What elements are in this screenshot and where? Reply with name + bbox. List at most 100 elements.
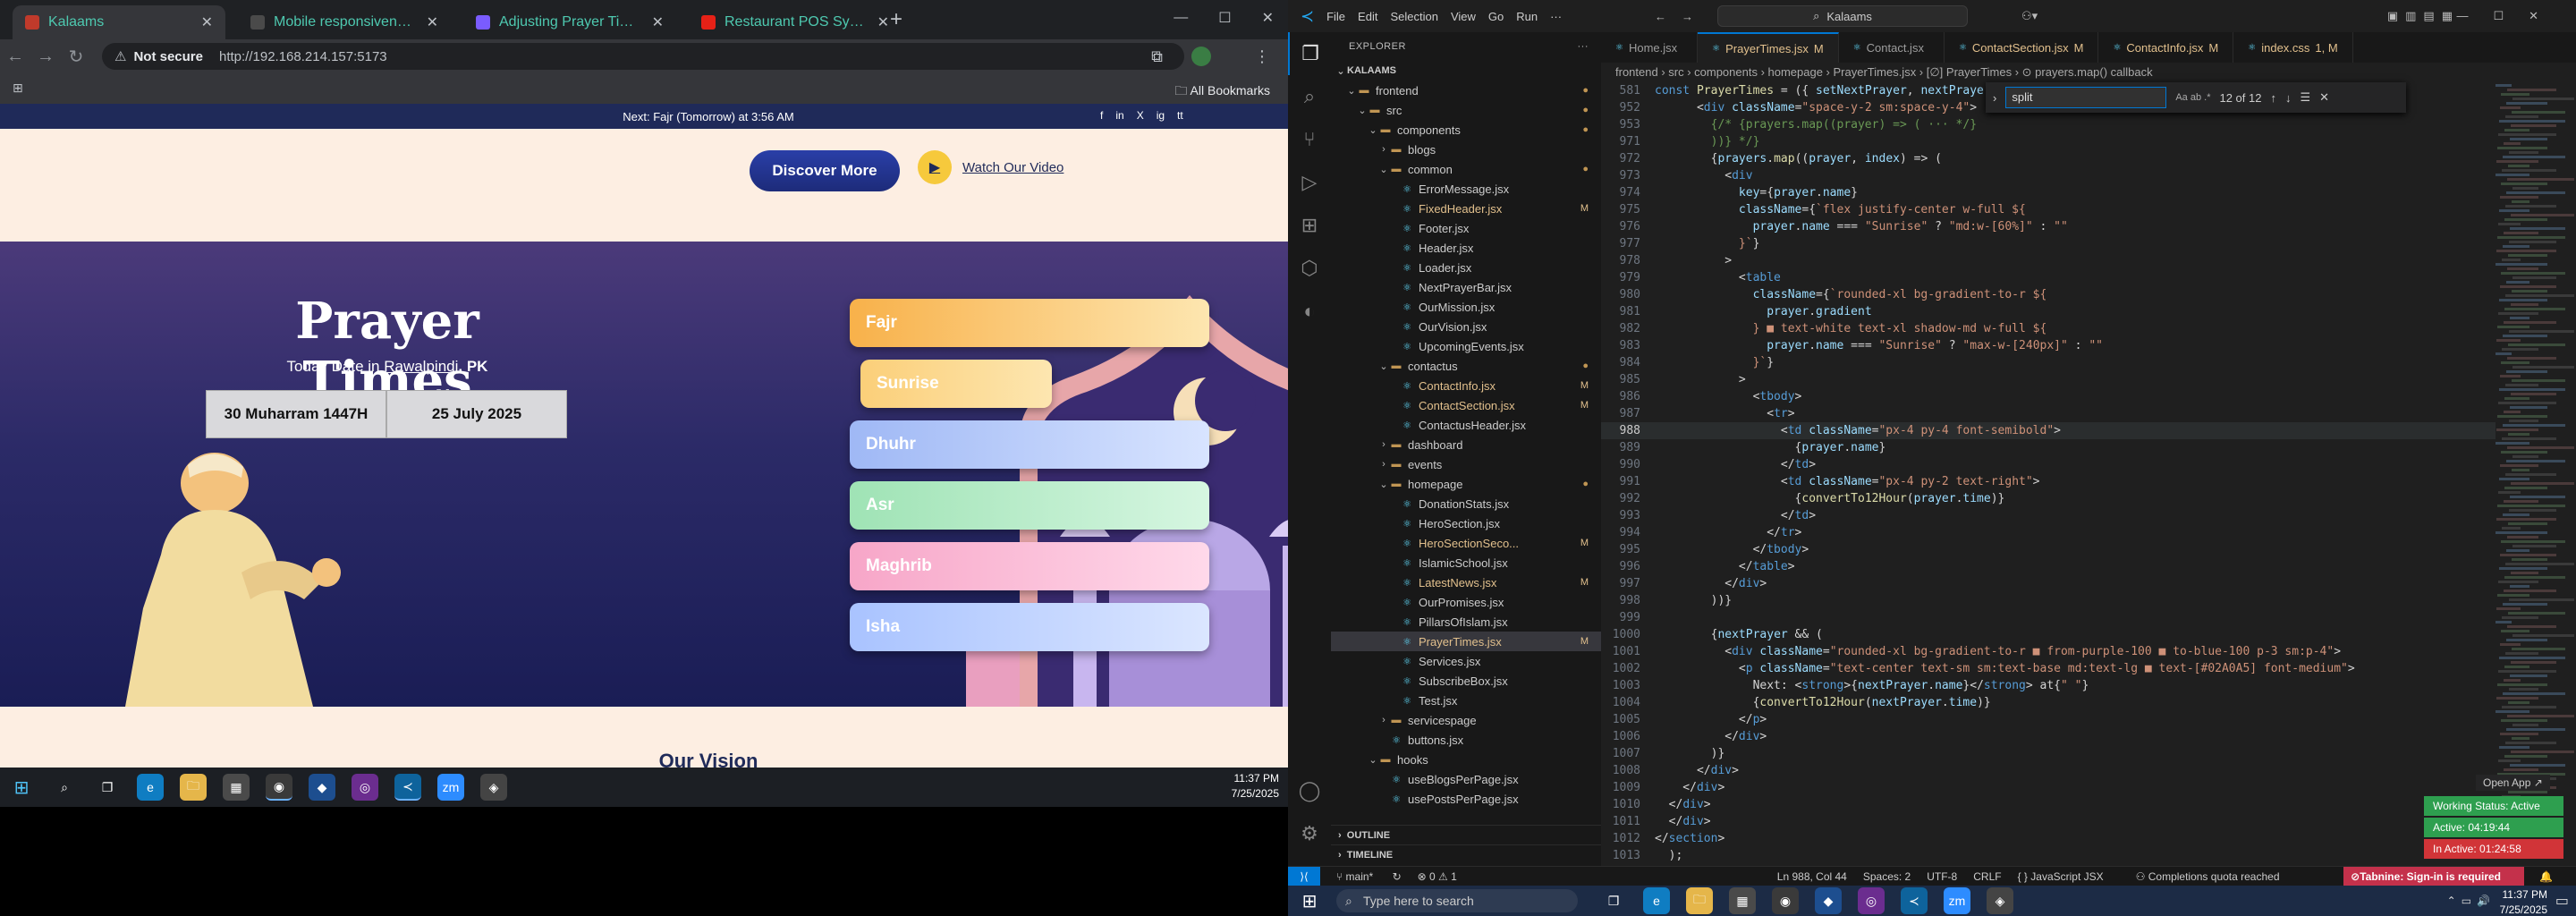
- file-item[interactable]: ⚛ PillarsOfIslam.jsx: [1331, 612, 1601, 632]
- file-item[interactable]: ⚛ ErrorMessage.jsx: [1331, 179, 1601, 199]
- eol[interactable]: CRLF: [1973, 870, 2001, 883]
- code-editor[interactable]: 581 const PrayerTimes = ({ setNextPrayer,…: [1601, 82, 2496, 866]
- remote-icon[interactable]: ⬡: [1288, 247, 1331, 290]
- windows-start-icon[interactable]: ⊞: [8, 774, 35, 801]
- notifications-icon[interactable]: 🔔: [2539, 870, 2553, 883]
- folder-item[interactable]: ⌄ ▬ src ●: [1331, 100, 1601, 120]
- close-icon[interactable]: ✕: [1262, 9, 1274, 27]
- file-item[interactable]: ⚛ LatestNews.jsx M: [1331, 572, 1601, 592]
- nav-back-icon[interactable]: ←: [1655, 10, 1666, 23]
- windows-start-icon[interactable]: ⊞: [1296, 887, 1323, 914]
- github-icon[interactable]: ◎: [352, 774, 378, 801]
- profile-avatar[interactable]: [1191, 47, 1211, 66]
- browser-tab[interactable]: Mobile responsiveness fix ✕: [238, 5, 451, 39]
- task-view-icon[interactable]: ❐: [1600, 887, 1627, 914]
- back-icon[interactable]: ←: [0, 47, 30, 67]
- workspace-root[interactable]: ⌄ KALAAMS: [1331, 61, 1601, 81]
- run-debug-icon[interactable]: ▷: [1288, 161, 1331, 204]
- remote-indicator-icon[interactable]: ⟩⟨: [1288, 866, 1320, 886]
- file-item[interactable]: ⚛ NextPrayerBar.jsx: [1331, 277, 1601, 297]
- forward-icon[interactable]: →: [30, 47, 61, 67]
- system-tray-icons[interactable]: ⌃▭🔊: [2447, 895, 2496, 907]
- nav-forward-icon[interactable]: →: [1682, 10, 1693, 23]
- find-input[interactable]: split: [2005, 87, 2167, 108]
- chrome-icon[interactable]: ◉: [1772, 887, 1799, 914]
- edge-icon[interactable]: e: [1643, 887, 1670, 914]
- encoding[interactable]: UTF-8: [1927, 870, 1957, 883]
- file-item[interactable]: ⚛ HeroSectionSeco... M: [1331, 533, 1601, 553]
- search-view-icon[interactable]: ⌕: [1288, 75, 1331, 118]
- file-item[interactable]: ⚛ Footer.jsx: [1331, 218, 1601, 238]
- menu-item[interactable]: Edit: [1358, 10, 1377, 23]
- file-item[interactable]: ⚛ PrayerTimes.jsx M: [1331, 632, 1601, 651]
- outline-panel[interactable]: › OUTLINE: [1331, 825, 1601, 844]
- watch-video-link[interactable]: ▶ Watch Our Video: [918, 150, 1063, 184]
- social-icon[interactable]: tt: [1177, 109, 1183, 122]
- browser-tab[interactable]: Restaurant POS System with ✕: [689, 5, 902, 39]
- copilot-icon[interactable]: ⚇▾: [2021, 9, 2038, 23]
- task-view-icon[interactable]: ❐: [94, 774, 121, 801]
- cursor-position[interactable]: Ln 988, Col 44: [1777, 870, 1847, 883]
- app-icon[interactable]: ◆: [1815, 887, 1842, 914]
- file-item[interactable]: ⚛ IslamicSchool.jsx: [1331, 553, 1601, 572]
- folder-item[interactable]: › ▬ events: [1331, 454, 1601, 474]
- app-icon[interactable]: ◆: [309, 774, 335, 801]
- tabnine-status[interactable]: ⊘ Tabnine: Sign-in is required: [2343, 867, 2524, 886]
- settings-gear-icon[interactable]: ⚙: [1288, 812, 1331, 855]
- menu-item[interactable]: Go: [1488, 10, 1504, 23]
- extensions-icon[interactable]: ⊞: [1288, 204, 1331, 247]
- menu-item[interactable]: ···: [1550, 10, 1562, 23]
- close-tab-icon[interactable]: ✕: [427, 13, 438, 31]
- vscode-icon[interactable]: ≺: [1901, 887, 1928, 914]
- account-icon[interactable]: ◯: [1288, 769, 1331, 812]
- file-item[interactable]: ⚛ DonationStats.jsx: [1331, 494, 1601, 513]
- all-bookmarks-link[interactable]: 🗀 All Bookmarks: [1174, 81, 1270, 103]
- city-link[interactable]: Rawalpindi: [384, 358, 458, 375]
- source-control-icon[interactable]: ⑂: [1288, 118, 1331, 161]
- file-item[interactable]: ⚛ useBlogsPerPage.jsx: [1331, 769, 1601, 789]
- file-item[interactable]: ⚛ HeroSection.jsx: [1331, 513, 1601, 533]
- editor-tab[interactable]: ⚛ ContactSection.jsx M: [1945, 32, 2099, 63]
- close-tab-icon[interactable]: ✕: [201, 13, 213, 31]
- close-find-icon[interactable]: ✕: [2319, 90, 2329, 105]
- minimap[interactable]: [2496, 82, 2576, 866]
- folder-item[interactable]: ⌄ ▬ common ●: [1331, 159, 1601, 179]
- toggle-replace-icon[interactable]: ›: [1993, 91, 1996, 105]
- file-item[interactable]: ⚛ UpcomingEvents.jsx: [1331, 336, 1601, 356]
- file-item[interactable]: ⚛ FixedHeader.jsx M: [1331, 199, 1601, 218]
- menu-item[interactable]: Selection: [1390, 10, 1437, 23]
- store-icon[interactable]: ▦: [223, 774, 250, 801]
- chrome-icon[interactable]: ◉: [266, 774, 292, 801]
- apps-grid-icon[interactable]: ⊞: [13, 81, 23, 96]
- more-actions-icon[interactable]: ···: [1578, 41, 1589, 52]
- app2-icon[interactable]: ◈: [1987, 887, 2013, 914]
- layout-icons[interactable]: ▣▥▤▦: [2387, 9, 2460, 23]
- folder-item[interactable]: ⌄ ▬ contactus ●: [1331, 356, 1601, 376]
- file-item[interactable]: ⚛ usePostsPerPage.jsx: [1331, 789, 1601, 809]
- copilot-quota[interactable]: ⚇ Completions quota reached: [2136, 870, 2296, 883]
- menu-item[interactable]: View: [1451, 10, 1476, 23]
- next-match-icon[interactable]: ↓: [2285, 91, 2292, 105]
- social-icon[interactable]: in: [1115, 109, 1123, 122]
- browser-tab[interactable]: Adjusting Prayer Times Contain ✕: [463, 5, 676, 39]
- social-icon[interactable]: X: [1137, 109, 1144, 122]
- minimize-icon[interactable]: —: [1174, 10, 1188, 26]
- indentation[interactable]: Spaces: 2: [1863, 870, 1911, 883]
- app2-icon[interactable]: ◈: [480, 774, 507, 801]
- file-item[interactable]: ⚛ SubscribeBox.jsx: [1331, 671, 1601, 691]
- file-item[interactable]: ⚛ OurVision.jsx: [1331, 317, 1601, 336]
- file-item[interactable]: ⚛ buttons.jsx: [1331, 730, 1601, 750]
- discover-more-button[interactable]: Discover More: [750, 150, 900, 191]
- folder-item[interactable]: › ▬ dashboard: [1331, 435, 1601, 454]
- file-item[interactable]: ⚛ ContactInfo.jsx M: [1331, 376, 1601, 395]
- language-mode[interactable]: { } JavaScript JSX: [2018, 870, 2120, 883]
- vscode-icon[interactable]: ≺: [394, 774, 421, 801]
- zoom-icon[interactable]: zm: [437, 774, 464, 801]
- url-field[interactable]: ⚠ Not secure http://192.168.214.157:5173…: [102, 43, 1184, 70]
- find-in-selection-icon[interactable]: ☰: [2300, 90, 2310, 105]
- folder-item[interactable]: ⌄ ▬ frontend ●: [1331, 81, 1601, 100]
- folder-item[interactable]: › ▬ servicespage: [1331, 710, 1601, 730]
- new-tab-button[interactable]: +: [890, 7, 902, 32]
- file-item[interactable]: ⚛ Services.jsx: [1331, 651, 1601, 671]
- file-explorer-icon[interactable]: 🗀: [1686, 887, 1713, 914]
